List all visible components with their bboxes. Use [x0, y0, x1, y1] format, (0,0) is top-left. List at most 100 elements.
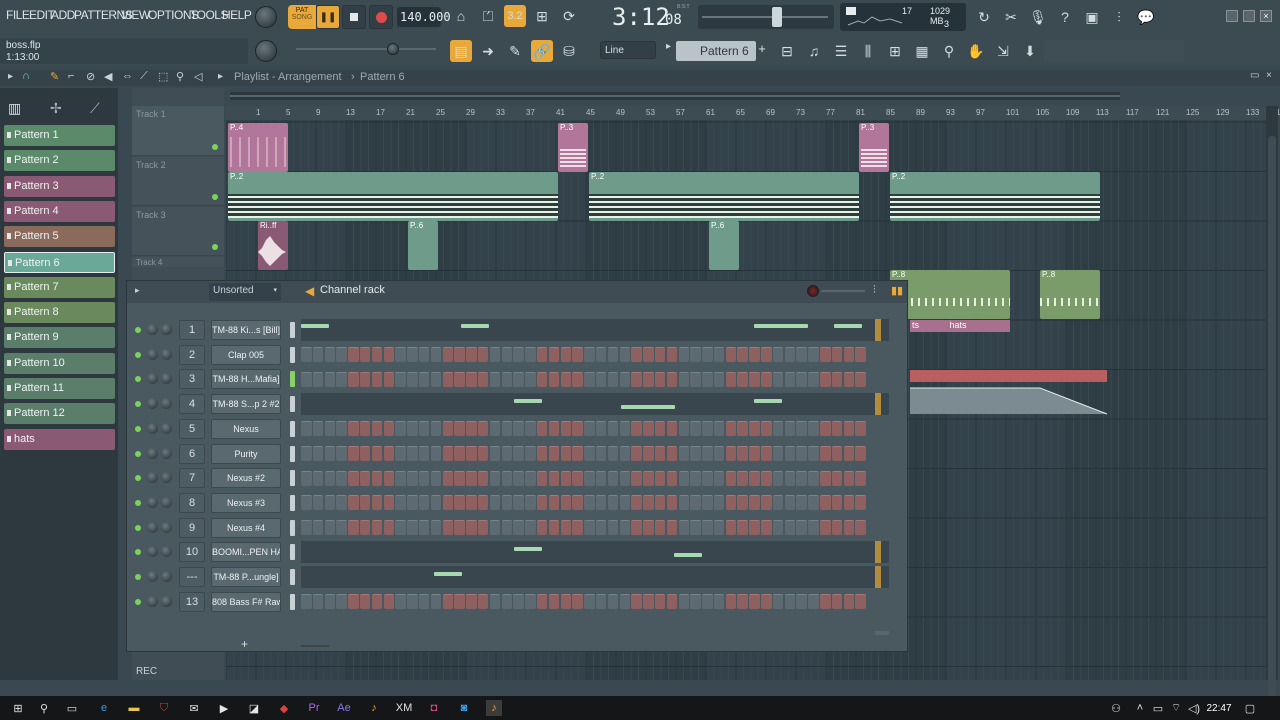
playlist-menu-arrow[interactable]: ▸ [8, 71, 13, 82]
pitch-slider-handle[interactable] [772, 7, 782, 27]
step-button[interactable] [572, 347, 583, 363]
clip-pattern-8b[interactable]: P..8 [1040, 270, 1100, 319]
maximize-window-button[interactable] [1243, 10, 1255, 22]
pencil-tool-icon[interactable]: ✎ [50, 70, 59, 83]
step-button[interactable] [772, 446, 784, 461]
step-button[interactable] [737, 520, 748, 536]
step-button[interactable] [808, 371, 819, 387]
step-button[interactable] [678, 594, 689, 610]
clip-pattern-2-run-b[interactable]: P..2 [589, 172, 859, 221]
step-button[interactable] [383, 470, 395, 486]
step-button[interactable] [301, 495, 312, 511]
step-button[interactable] [725, 371, 737, 387]
step-button[interactable] [584, 470, 595, 486]
step-button[interactable] [548, 347, 560, 363]
step-button[interactable] [536, 520, 548, 536]
step-button[interactable] [359, 470, 371, 486]
step-button[interactable] [548, 470, 560, 486]
channel-select-indicator[interactable] [290, 371, 295, 388]
step-button[interactable] [501, 495, 513, 511]
step-button[interactable] [654, 520, 666, 536]
step-button[interactable] [619, 470, 631, 486]
step-button[interactable] [525, 594, 536, 610]
magnet-icon[interactable]: ∩ [22, 70, 30, 82]
step-button[interactable] [772, 347, 784, 363]
picker-automation-icon[interactable]: ⟋ [90, 100, 100, 117]
pattern-item[interactable]: Pattern 10 [4, 352, 115, 374]
step-button[interactable] [407, 594, 418, 610]
export-icon[interactable]: ⇲ [992, 40, 1014, 62]
step-button[interactable] [749, 421, 760, 437]
step-button[interactable] [418, 371, 430, 387]
pattern-prev-arrow[interactable]: ▸ [666, 41, 674, 59]
step-button[interactable] [324, 446, 336, 461]
step-button[interactable] [831, 520, 843, 536]
pattern-item[interactable]: Pattern 4 [4, 200, 115, 222]
channel-mixer-track[interactable]: 7 [179, 468, 205, 489]
step-button[interactable] [301, 421, 312, 437]
step-button[interactable] [761, 470, 772, 486]
step-button[interactable] [855, 520, 866, 536]
channel-enable-led[interactable] [135, 376, 141, 383]
windows-start-icon[interactable]: ⊞ [10, 700, 26, 716]
step-button[interactable] [513, 347, 524, 363]
step-button[interactable] [725, 520, 737, 536]
step-button[interactable] [383, 347, 395, 363]
step-button[interactable] [466, 594, 477, 610]
step-button[interactable] [702, 495, 713, 511]
step-button[interactable] [772, 495, 784, 511]
step-button[interactable] [489, 495, 501, 511]
step-button[interactable] [407, 495, 418, 511]
step-button[interactable] [713, 594, 725, 610]
step-button[interactable] [359, 371, 371, 387]
step-button[interactable] [371, 421, 383, 437]
step-button[interactable] [513, 470, 524, 486]
step-button[interactable] [643, 594, 654, 610]
step-button[interactable] [395, 421, 406, 437]
step-button[interactable] [820, 371, 831, 387]
step-button[interactable] [761, 347, 772, 363]
undo-history-icon[interactable]: ↻ [973, 6, 995, 28]
step-button[interactable] [324, 594, 336, 610]
step-button[interactable] [572, 495, 583, 511]
pat-song-toggle[interactable]: PAT SONG [288, 5, 316, 29]
blue-app-icon[interactable]: ◙ [456, 700, 472, 716]
step-button[interactable] [737, 470, 748, 486]
channel-select-indicator[interactable] [290, 569, 295, 585]
step-button[interactable] [324, 520, 336, 536]
step-button[interactable] [831, 446, 843, 461]
volume-icon[interactable]: ◁) [1186, 700, 1202, 716]
step-button[interactable] [784, 371, 796, 387]
step-button[interactable] [749, 371, 760, 387]
step-button[interactable] [560, 421, 572, 437]
task-view-icon[interactable]: ▭ [64, 700, 80, 716]
step-button[interactable] [843, 594, 855, 610]
channel-enable-led[interactable] [135, 401, 141, 408]
search-icon[interactable]: ⚲ [36, 700, 52, 716]
step-button[interactable] [383, 371, 395, 387]
step-button[interactable] [477, 495, 489, 511]
master-volume-slider[interactable] [296, 48, 436, 50]
step-button[interactable] [501, 446, 513, 461]
step-button[interactable] [442, 446, 454, 461]
zoom-tool-icon[interactable]: ⚲ [176, 70, 184, 83]
add-channel-button[interactable]: + [241, 637, 248, 651]
step-button[interactable] [796, 594, 807, 610]
channel-pan-knob[interactable] [147, 595, 158, 607]
step-button[interactable] [336, 347, 347, 363]
mute-tool-icon[interactable]: ◀ [104, 70, 112, 83]
step-button[interactable] [466, 520, 477, 536]
step-button[interactable] [595, 347, 607, 363]
step-button[interactable] [371, 470, 383, 486]
channel-volume-knob[interactable] [161, 447, 172, 459]
step-button[interactable] [784, 594, 796, 610]
step-button[interactable] [666, 347, 678, 363]
channel-mixer-track[interactable]: 8 [179, 492, 205, 513]
step-button[interactable] [395, 446, 406, 461]
slice-tool-icon[interactable]: ⟋ [140, 70, 148, 83]
channel-name-button[interactable]: Nexus #2 [211, 468, 281, 489]
step-button[interactable] [548, 421, 560, 437]
step-button[interactable] [477, 371, 489, 387]
clip-pattern-2-run-c[interactable]: P..2 [890, 172, 1100, 221]
cut-tool-icon[interactable]: ✂ [1000, 6, 1022, 28]
